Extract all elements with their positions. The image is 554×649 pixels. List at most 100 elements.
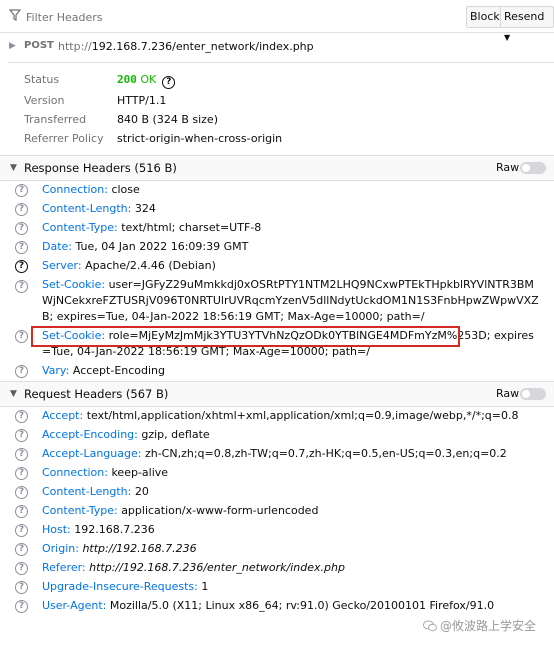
summary-referrer-row: Referrer Policy strict-origin-when-cross…	[0, 132, 554, 151]
header-name: User-Agent:	[42, 599, 107, 612]
url-scheme: http://	[58, 40, 92, 53]
help-icon[interactable]: ?	[15, 448, 28, 461]
header-line: Accept-Language: zh-CN,zh;q=0.8,zh-TW;q=…	[42, 447, 548, 460]
header-value: keep-alive	[111, 466, 169, 479]
header-name: Accept-Language:	[42, 447, 142, 460]
raw-label: Raw	[496, 387, 520, 400]
header-value: zh-CN,zh;q=0.8,zh-TW;q=0.7,zh-HK;q=0.5,e…	[144, 447, 507, 460]
help-icon[interactable]: ?	[15, 581, 28, 594]
header-line: Content-Type: application/x-www-form-url…	[42, 504, 548, 517]
help-icon[interactable]: ?	[15, 260, 28, 273]
version-label: Version	[24, 94, 65, 107]
header-line: Vary: Accept-Encoding	[42, 364, 548, 377]
header-name: Vary:	[42, 364, 70, 377]
expand-arrow-icon[interactable]: ▶	[9, 41, 16, 51]
help-icon[interactable]: ?	[15, 330, 28, 343]
filter-headers-input[interactable]	[26, 9, 446, 25]
header-line: Upgrade-Insecure-Requests: 1	[42, 580, 548, 593]
header-line: Connection: keep-alive	[42, 466, 548, 479]
resend-label: Resend	[504, 10, 545, 23]
watermark-text: @攸波路上学安全	[440, 619, 537, 633]
header-line: Host: 192.168.7.236	[42, 523, 548, 536]
help-icon[interactable]: ?	[15, 543, 28, 556]
help-icon[interactable]: ?	[15, 562, 28, 575]
help-icon[interactable]: ?	[15, 184, 28, 197]
help-icon[interactable]: ?	[15, 410, 28, 423]
header-value: 1	[201, 580, 209, 593]
help-icon[interactable]: ?	[162, 76, 176, 89]
request-headers-title: Request Headers (567 B)	[24, 387, 169, 401]
header-name: Server:	[42, 259, 82, 272]
toggle-knob	[522, 390, 530, 398]
header-line: User-Agent: Mozilla/5.0 (X11; Linux x86_…	[42, 599, 548, 612]
request-headers-section-header[interactable]: ▼ Request Headers (567 B) Raw	[0, 381, 554, 407]
header-name: Accept:	[42, 409, 84, 422]
response-headers-title: Response Headers (516 B)	[24, 161, 177, 175]
header-name: Origin:	[42, 542, 79, 555]
header-line: Date: Tue, 04 Jan 2022 16:09:39 GMT	[42, 240, 548, 253]
help-icon[interactable]: ?	[15, 486, 28, 499]
help-icon[interactable]: ?	[15, 524, 28, 537]
header-value: text/html,application/xhtml+xml,applicat…	[86, 409, 519, 422]
collapse-arrow-icon[interactable]: ▼	[10, 163, 17, 173]
help-icon[interactable]: ?	[15, 600, 28, 613]
header-value: application/x-www-form-urlencoded	[121, 504, 319, 517]
header-line: Content-Length: 20	[42, 485, 548, 498]
resend-button[interactable]: Resend ▼	[500, 6, 554, 42]
divider	[8, 62, 554, 63]
header-value: http://192.168.7.236/enter_network/index…	[89, 561, 345, 574]
transferred-value: 840 B (324 B size)	[117, 113, 218, 126]
watermark: @攸波路上学安全	[423, 617, 536, 634]
summary-version-row: Version HTTP/1.1	[0, 94, 554, 113]
version-value: HTTP/1.1	[117, 94, 167, 107]
raw-toggle[interactable]	[520, 388, 546, 400]
response-headers-section-header[interactable]: ▼ Response Headers (516 B) Raw	[0, 155, 554, 181]
header-name: Date:	[42, 240, 72, 253]
collapse-arrow-icon[interactable]: ▼	[10, 389, 17, 399]
header-value: 324	[134, 202, 156, 215]
referrer-policy-label: Referrer Policy	[24, 132, 104, 145]
header-value: Accept-Encoding	[72, 364, 166, 377]
header-name: Connection:	[42, 183, 108, 196]
wechat-icon	[423, 620, 437, 632]
header-value: 20	[134, 485, 149, 498]
header-line: Origin: http://192.168.7.236	[42, 542, 548, 555]
header-value: text/html; charset=UTF-8	[121, 221, 262, 234]
header-value: http://192.168.7.236	[82, 542, 197, 555]
header-line: Referer: http://192.168.7.236/enter_netw…	[42, 561, 548, 574]
header-name: Referer:	[42, 561, 86, 574]
toggle-knob	[522, 164, 530, 172]
header-value: Mozilla/5.0 (X11; Linux x86_64; rv:91.0)…	[109, 599, 495, 612]
request-line[interactable]: ▶ POST http://192.168.7.236/enter_networ…	[0, 36, 554, 58]
help-icon[interactable]: ?	[15, 429, 28, 442]
header-value: 192.168.7.236	[74, 523, 155, 536]
header-name: Content-Type:	[42, 504, 118, 517]
referrer-policy-value: strict-origin-when-cross-origin	[117, 132, 283, 145]
header-line: Set-Cookie: user=JGFyZ29uMmkkdj0xOSRtPTY…	[42, 277, 542, 325]
header-name: Upgrade-Insecure-Requests:	[42, 580, 198, 593]
help-icon[interactable]: ?	[15, 467, 28, 480]
status-code: 200	[117, 73, 137, 86]
status-value: 200 OK?	[117, 73, 176, 89]
header-name: Connection:	[42, 466, 108, 479]
header-name: Host:	[42, 523, 71, 536]
header-name: Accept-Encoding:	[42, 428, 138, 441]
header-value: user=JGFyZ29uMmkkdj0xOSRtPTY1NTM2LHQ9NCx…	[42, 278, 539, 323]
help-icon[interactable]: ?	[15, 280, 28, 293]
help-icon[interactable]: ?	[15, 365, 28, 378]
header-name: Content-Length:	[42, 485, 132, 498]
block-button[interactable]: Block	[466, 6, 504, 28]
url-path: 192.168.7.236/enter_network/index.php	[91, 40, 314, 53]
help-icon[interactable]: ?	[15, 203, 28, 216]
summary-transferred-row: Transferred 840 B (324 B size)	[0, 113, 554, 132]
help-icon[interactable]: ?	[15, 222, 28, 235]
status-text: OK	[140, 73, 157, 86]
help-icon[interactable]: ?	[15, 505, 28, 518]
header-line: Content-Length: 324	[42, 202, 548, 215]
header-value: close	[111, 183, 140, 196]
header-value: gzip, deflate	[141, 428, 210, 441]
header-name: Set-Cookie:	[42, 278, 106, 291]
help-icon[interactable]: ?	[15, 241, 28, 254]
request-url[interactable]: http://192.168.7.236/enter_network/index…	[58, 40, 314, 53]
raw-toggle[interactable]	[520, 162, 546, 174]
